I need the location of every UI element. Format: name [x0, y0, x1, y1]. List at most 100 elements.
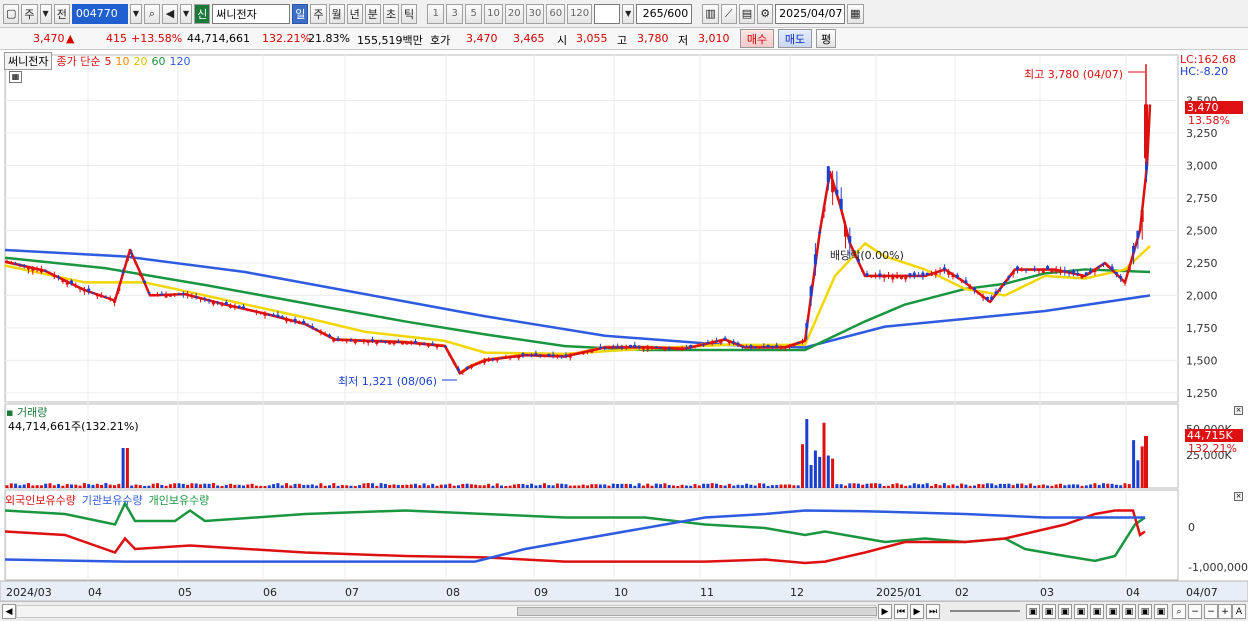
candle-body [474, 364, 478, 366]
chart-area[interactable]: 3,5003,2503,0002,7502,5002,2502,0001,750… [0, 50, 1248, 602]
scroll-left-icon[interactable]: ◀ [2, 604, 16, 619]
first-page-icon[interactable]: ⏮ [894, 604, 908, 619]
period-tick[interactable]: 틱 [401, 3, 418, 24]
volume-bar [955, 485, 959, 488]
tool-icon-5[interactable]: ▣ [1090, 604, 1104, 619]
volume-bar [108, 484, 112, 488]
period-day[interactable]: 일 [292, 3, 309, 24]
interval-5[interactable]: 5 [465, 3, 483, 24]
tool-icon-7[interactable]: ▣ [1122, 604, 1136, 619]
candle-type-icon[interactable]: ▥ [702, 3, 719, 24]
legend-stock-name[interactable]: 써니전자 [4, 52, 53, 70]
period-week[interactable]: 주 [310, 3, 327, 24]
volume-bar [904, 485, 908, 488]
scroll-track[interactable] [16, 605, 877, 618]
tool-icon-4[interactable]: ▣ [1074, 604, 1088, 619]
scroll-right-icon[interactable]: ▶ [878, 604, 892, 619]
stock-chart[interactable]: 3,5003,2503,0002,7502,5002,2502,0001,750… [0, 50, 1248, 602]
tool-icon-2[interactable]: ▣ [1042, 604, 1056, 619]
volume-bar [719, 484, 723, 488]
interval-3[interactable]: 3 [446, 3, 464, 24]
candle-body [1097, 265, 1101, 267]
candle-body [151, 295, 155, 297]
market-dropdown-icon[interactable]: ▼ [39, 3, 52, 24]
candle-body [1140, 210, 1144, 222]
tool-icon-1[interactable]: ▣ [1026, 604, 1040, 619]
zoom-search-icon[interactable]: ⌕ [1172, 604, 1186, 619]
interval-120[interactable]: 120 [567, 3, 593, 24]
interval-1[interactable]: 1 [427, 3, 445, 24]
zoom-in-icon[interactable]: + [1218, 604, 1232, 619]
candle-body [392, 341, 396, 345]
sell-button[interactable]: 매도 [778, 29, 812, 48]
last-page-icon[interactable]: ⏭ [926, 604, 940, 619]
tool-icon-3[interactable]: ▣ [1058, 604, 1072, 619]
volume-value: 44,714,661 [187, 32, 250, 45]
scroll-thumb[interactable] [517, 607, 877, 616]
tool-icon-8[interactable]: ▣ [1138, 604, 1152, 619]
custom-interval-input[interactable] [594, 3, 621, 24]
play-icon[interactable]: ▶ [910, 604, 924, 619]
candle-body [611, 346, 615, 348]
interval-dropdown-icon[interactable]: ▼ [622, 3, 635, 24]
new-badge[interactable]: 신 [194, 3, 211, 24]
period-minute[interactable]: 분 [364, 3, 381, 24]
period-second[interactable]: 초 [382, 3, 399, 24]
interval-20[interactable]: 20 [504, 3, 524, 24]
close-holdings-panel-icon[interactable]: × [1234, 492, 1243, 501]
market-select[interactable]: 주 [21, 3, 38, 24]
period-year[interactable]: 년 [346, 3, 363, 24]
candle-body [134, 263, 138, 265]
volume-bar [508, 485, 512, 488]
tool-icon-6[interactable]: ▣ [1106, 604, 1120, 619]
data-count-input[interactable]: 265/600 [636, 3, 693, 24]
zoom-slider[interactable] [950, 610, 1020, 612]
font-size-icon[interactable]: A [1232, 604, 1246, 619]
volume-bar [349, 485, 353, 488]
layout-icon[interactable]: ▢ [3, 3, 20, 24]
x-tick-label: 12 [790, 586, 804, 599]
candle-body [18, 263, 22, 266]
period-month[interactable]: 월 [328, 3, 345, 24]
candle-body [267, 314, 271, 316]
candle-body [1050, 269, 1054, 273]
prev-button[interactable]: 전 [53, 3, 70, 24]
volume-bar [770, 485, 774, 488]
draw-tool-icon[interactable]: ⟋ [720, 3, 737, 24]
zoom-out-icon[interactable]: − [1188, 604, 1202, 619]
speaker-dropdown-icon[interactable]: ▼ [179, 3, 193, 24]
x-tick-label: 08 [446, 586, 460, 599]
volume-bar [525, 485, 529, 488]
speaker-icon[interactable]: ◀ [161, 3, 178, 24]
search-icon[interactable]: ⌕ [143, 3, 160, 24]
date-input[interactable]: 2025/04/07 [775, 3, 846, 24]
volume-bar [134, 484, 138, 488]
calendar-icon[interactable]: ▦ [847, 3, 864, 24]
x-tick-label: 09 [534, 586, 548, 599]
interval-30[interactable]: 30 [525, 3, 545, 24]
eval-button[interactable]: 평 [816, 29, 836, 48]
volume-bar [18, 485, 22, 488]
close-volume-panel-icon[interactable]: × [1234, 406, 1243, 415]
buy-button[interactable]: 매수 [740, 29, 774, 48]
interval-60[interactable]: 60 [546, 3, 566, 24]
tool-icon-9[interactable]: ▣ [1154, 604, 1168, 619]
volume-bar [336, 485, 340, 488]
zoom-reset-icon[interactable]: − [1204, 604, 1218, 619]
volume-bar [362, 483, 366, 488]
settings-icon[interactable]: ⚙ [757, 3, 774, 24]
volume-bar [512, 484, 516, 488]
save-icon[interactable]: ▤ [738, 3, 756, 24]
volume-bar [302, 484, 306, 488]
candle-body [1063, 270, 1067, 272]
volume-bar [27, 483, 30, 488]
grid-toggle-icon[interactable]: ▦ [9, 71, 22, 83]
candle-body [323, 334, 327, 336]
code-dropdown-icon[interactable]: ▼ [129, 3, 142, 24]
candle-body [573, 354, 577, 356]
candle-body [426, 344, 430, 347]
y-tick-label: 3,250 [1186, 127, 1218, 140]
stock-name-field[interactable]: 써니전자 [212, 3, 291, 24]
interval-10[interactable]: 10 [484, 3, 503, 24]
stock-code-input[interactable]: 004770 [71, 3, 128, 24]
